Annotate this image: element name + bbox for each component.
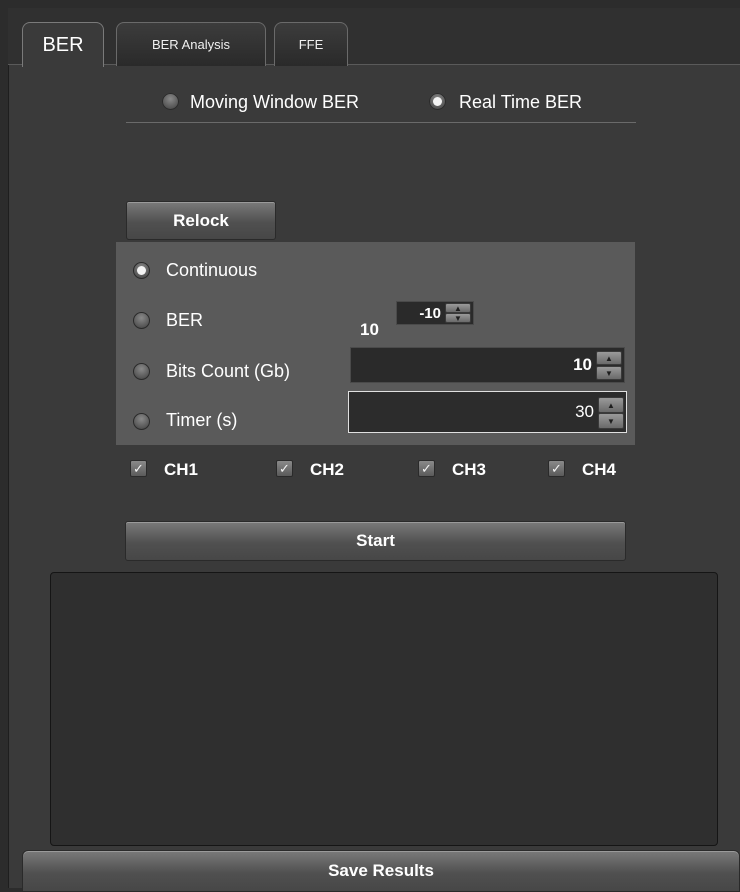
ch2-label: CH2 — [310, 460, 345, 479]
continuous-radio[interactable] — [133, 262, 150, 279]
moving-window-ber-radio[interactable] — [162, 93, 179, 110]
timer-label: Timer (s) — [166, 410, 238, 430]
bits-count-value: 10 — [573, 355, 592, 374]
tab-ber[interactable]: BER — [22, 22, 104, 67]
checkmark-icon: ✓ — [551, 461, 562, 476]
ber-label: BER — [166, 310, 204, 330]
relock-button[interactable]: Relock — [126, 201, 276, 240]
results-area[interactable] — [50, 572, 718, 846]
checkmark-icon: ✓ — [133, 461, 144, 476]
ber-exponent-stepper[interactable]: -10 ▲ ▼ — [396, 301, 474, 325]
save-results-button[interactable]: Save Results — [22, 850, 740, 892]
ber-radio[interactable] — [133, 312, 150, 329]
chevron-up-icon[interactable]: ▲ — [598, 397, 624, 413]
chevron-down-icon[interactable]: ▼ — [596, 366, 622, 380]
moving-window-ber-label: Moving Window BER — [190, 92, 360, 112]
ch3-checkbox[interactable]: ✓ — [418, 460, 435, 477]
chevron-down-icon[interactable]: ▼ — [445, 313, 471, 323]
timer-value: 30 — [575, 402, 594, 421]
chevron-up-icon[interactable]: ▲ — [445, 303, 471, 313]
start-button[interactable]: Start — [125, 521, 626, 561]
timer-stepper[interactable]: 30 ▲ ▼ — [348, 391, 627, 433]
checkmark-icon: ✓ — [279, 461, 290, 476]
chevron-down-icon[interactable]: ▼ — [598, 413, 624, 429]
ber-exponent-value: -10 — [419, 304, 441, 322]
timer-radio[interactable] — [133, 413, 150, 430]
ber-base-label: 10 — [360, 320, 379, 339]
real-time-ber-radio[interactable] — [429, 93, 446, 110]
ch1-checkbox[interactable]: ✓ — [130, 460, 147, 477]
bits-count-stepper[interactable]: 10 ▲ ▼ — [350, 347, 625, 383]
continuous-label: Continuous — [166, 260, 258, 280]
tab-ber-analysis[interactable]: BER Analysis — [116, 22, 266, 66]
checkmark-icon: ✓ — [421, 461, 432, 476]
ch3-label: CH3 — [452, 460, 487, 479]
bits-count-label: Bits Count (Gb) — [166, 361, 291, 381]
ch4-checkbox[interactable]: ✓ — [548, 460, 565, 477]
stop-criteria-group: Continuous BER 10 -10 ▲ ▼ Bits Count (Gb… — [116, 242, 635, 445]
tab-ffe[interactable]: FFE — [274, 22, 348, 66]
bits-count-radio[interactable] — [133, 363, 150, 380]
mode-divider — [126, 122, 636, 123]
chevron-up-icon[interactable]: ▲ — [596, 351, 622, 365]
tab-strip: BER BER Analysis FFE — [8, 8, 740, 67]
ch1-label: CH1 — [164, 460, 199, 479]
real-time-ber-label: Real Time BER — [459, 92, 583, 112]
ch2-checkbox[interactable]: ✓ — [276, 460, 293, 477]
ch4-label: CH4 — [582, 460, 617, 479]
